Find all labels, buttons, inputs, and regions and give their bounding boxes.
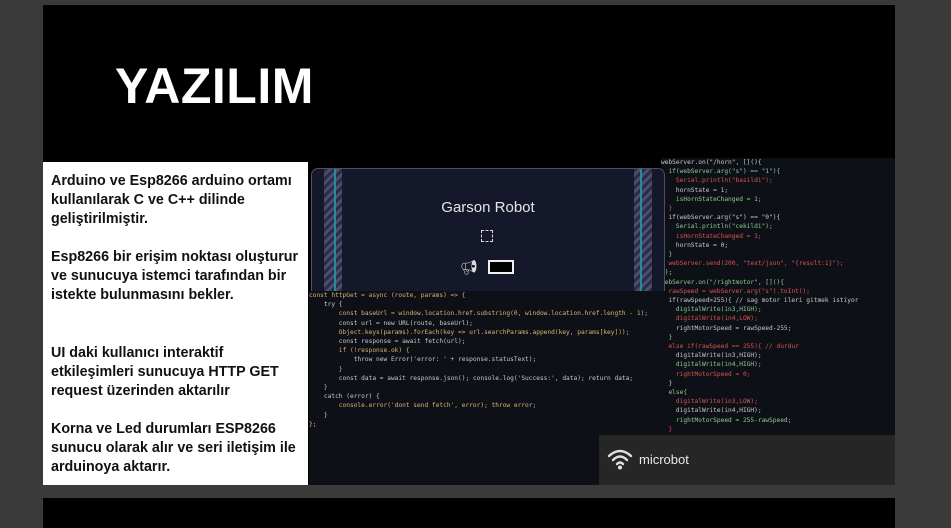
code-line: webServer.send(200, "text/json", "{resul…: [661, 260, 844, 268]
slide: YAZILIM Arduino ve Esp8266 arduino ortam…: [43, 5, 895, 485]
code-line: else{: [661, 389, 688, 397]
right-bar: [640, 169, 642, 296]
code-line: rightMotorSpeed = rawSpeed-255;: [661, 324, 792, 332]
code-line: digitalWrite(in3,HIGH);: [661, 352, 762, 360]
code-line: });: [661, 269, 673, 277]
code-line: digitalWrite(in3,HIGH);: [661, 306, 762, 314]
horn-icon[interactable]: 📢︎: [460, 259, 478, 276]
microbot-badge: microbot: [599, 435, 895, 485]
paragraph-4: Korna ve Led durumları ESP8266 sunucu ol…: [51, 421, 296, 475]
code-line: if(rawSpeed>255){ // sag motor ileri git…: [661, 297, 859, 305]
robot-ui-screenshot: Garson Robot 📢︎: [311, 168, 665, 297]
code-line: isHornStateChanged = 1;: [661, 195, 762, 203]
code-line: }: [661, 205, 673, 213]
code-line: webServer.on("/horn", [](){: [661, 159, 762, 166]
code-line: Serial.println("basildi");: [661, 177, 773, 185]
slide-title: YAZILIM: [115, 58, 314, 114]
code-line: isHornStateChanged = 1;: [661, 232, 762, 240]
code-line: hornState = 0;: [661, 241, 729, 249]
code-line: throw new Error('error: ' + response.sta…: [309, 356, 537, 364]
code-line: const response = await fetch(url);: [309, 338, 466, 346]
code-line: if(webServer.arg("s") == "1"){: [661, 168, 781, 176]
paragraph-2: Esp8266 bir erişim noktası oluşturur ve …: [51, 249, 299, 303]
code-line: webServer.on("/rightmotor", [](){: [661, 278, 784, 286]
text-panel: Arduino ve Esp8266 arduino ortamı kullan…: [43, 162, 308, 485]
code-line: }: [661, 379, 673, 387]
wifi-icon: [607, 449, 633, 470]
code-line: else if(rawSpeed == 255){ // durdur: [661, 343, 799, 351]
fullscreen-icon[interactable]: [481, 230, 493, 242]
code-line: }: [309, 365, 343, 373]
code-line: }: [309, 384, 328, 392]
paragraph-1: Arduino ve Esp8266 arduino ortamı kullan…: [51, 173, 292, 227]
code-line: const data = await response.json(); cons…: [309, 374, 634, 382]
next-slide: [43, 498, 895, 528]
code-line: const httpGet = async (route, params) =>…: [309, 292, 466, 299]
code-line: catch (error) {: [309, 393, 380, 401]
right-stripe: [634, 169, 652, 296]
led-toggle[interactable]: [488, 260, 514, 274]
robot-ui-title: Garson Robot: [441, 199, 535, 216]
code-line: try {: [309, 301, 343, 309]
code-line: console.error('dont send fetch', error);…: [309, 402, 537, 410]
paragraph-3: UI daki kullanıcı interaktif etkileşimle…: [51, 345, 279, 399]
code-line: digitalWrite(in3,LOW);: [661, 398, 758, 406]
code-line: }: [309, 411, 328, 419]
left-stripe: [324, 169, 342, 296]
code-line: };: [309, 420, 317, 428]
code-line: rightMotorSpeed = 255-rawSpeed;: [661, 416, 792, 424]
left-bar: [334, 169, 336, 296]
code-line: digitalWrite(in4,HIGH);: [661, 361, 762, 369]
code-line: rightMotorSpeed = 0;: [661, 370, 751, 378]
code-line: }: [661, 425, 673, 433]
code-line: const baseUrl = window.location.href.sub…: [309, 310, 648, 318]
code-line: }: [661, 251, 673, 259]
code-line: digitalWrite(in4,HIGH);: [661, 407, 762, 415]
code-line: }: [661, 333, 673, 341]
arduino-code-screenshot: webServer.on("/horn", [](){ if(webServer…: [661, 158, 895, 440]
badge-label: microbot: [639, 452, 689, 467]
code-line: if(webServer.arg("s") == "0"){: [661, 214, 781, 222]
code-line: Object.keys(params).forEach(key => url.s…: [309, 328, 630, 336]
code-line: rawSpeed = webServer.arg("s").toInt();: [661, 287, 811, 295]
code-line: digitalWrite(in4,LOW);: [661, 315, 758, 323]
code-line: if (!response.ok) {: [309, 347, 410, 355]
code-line: const url = new URL(route, baseUrl);: [309, 319, 473, 327]
code-line: hornState = 1;: [661, 186, 729, 194]
code-line: Serial.println("cekildi");: [661, 223, 773, 231]
